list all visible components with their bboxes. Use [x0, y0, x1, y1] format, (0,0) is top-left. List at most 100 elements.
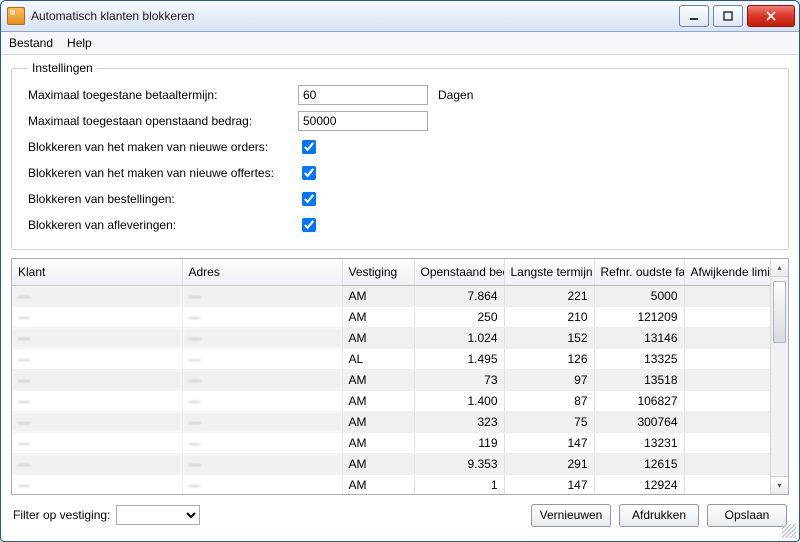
cell-refnr: 12924 — [594, 475, 684, 495]
col-adres[interactable]: Adres — [182, 259, 342, 286]
grid-scroll-area: Klant Adres Vestiging Openstaand bedr. L… — [12, 259, 770, 494]
cell-adres: — — [182, 412, 342, 433]
cell-afwijkend — [684, 412, 770, 433]
col-afwijkend[interactable]: Afwijkende limiete — [684, 259, 770, 286]
maximize-icon — [723, 11, 733, 21]
block-delivery-label: Blokkeren van afleveringen: — [28, 218, 298, 232]
close-icon — [766, 11, 776, 21]
maximize-button[interactable] — [713, 5, 743, 27]
col-refnr[interactable]: Refnr. oudste fact. — [594, 259, 684, 286]
table-row[interactable]: ——AL1.49512613325 — [12, 349, 770, 370]
window-title: Automatisch klanten blokkeren — [31, 9, 675, 23]
col-klant[interactable]: Klant — [12, 259, 182, 286]
data-grid[interactable]: Klant Adres Vestiging Openstaand bedr. L… — [11, 258, 789, 495]
cell-langste: 75 — [504, 412, 594, 433]
menu-file[interactable]: Bestand — [9, 36, 53, 50]
cell-klant: — — [12, 391, 182, 412]
cell-klant: — — [12, 454, 182, 475]
cell-klant: — — [12, 328, 182, 349]
col-openstaand[interactable]: Openstaand bedr. — [414, 259, 504, 286]
cell-refnr: 13146 — [594, 328, 684, 349]
grid-header-row[interactable]: Klant Adres Vestiging Openstaand bedr. L… — [12, 259, 770, 286]
cell-vestiging: AM — [342, 328, 414, 349]
scroll-up-arrow[interactable]: ▴ — [771, 259, 788, 277]
cell-vestiging: AM — [342, 307, 414, 328]
cell-afwijkend — [684, 370, 770, 391]
print-button[interactable]: Afdrukken — [619, 504, 699, 527]
cell-adres: — — [182, 349, 342, 370]
cell-adres: — — [182, 391, 342, 412]
block-orders-checkbox[interactable] — [302, 140, 316, 154]
cell-langste: 152 — [504, 328, 594, 349]
grid-scrollbar[interactable]: ▴ ▾ — [770, 259, 788, 494]
table-row[interactable]: ——AM114712924 — [12, 475, 770, 495]
table-row[interactable]: ——AM1.40087106827 — [12, 391, 770, 412]
cell-afwijkend — [684, 454, 770, 475]
titlebar[interactable]: Automatisch klanten blokkeren — [1, 1, 799, 32]
cell-klant: — — [12, 307, 182, 328]
table-row[interactable]: ——AM11914713231 — [12, 433, 770, 454]
block-purchase-label: Blokkeren van bestellingen: — [28, 192, 298, 206]
scroll-down-arrow[interactable]: ▾ — [771, 476, 788, 494]
cell-adres: — — [182, 370, 342, 391]
cell-refnr: 300764 — [594, 412, 684, 433]
cell-langste: 221 — [504, 286, 594, 307]
table-row[interactable]: ——AM7.8642215000 — [12, 286, 770, 307]
cell-langste: 147 — [504, 475, 594, 495]
settings-group: Instellingen Maximaal toegestane betaalt… — [11, 61, 789, 250]
cell-openstaand: 323 — [414, 412, 504, 433]
cell-refnr: 121209 — [594, 307, 684, 328]
max-term-unit: Dagen — [438, 88, 473, 102]
cell-klant: — — [12, 370, 182, 391]
minimize-button[interactable] — [679, 5, 709, 27]
cell-refnr: 12615 — [594, 454, 684, 475]
cell-langste: 210 — [504, 307, 594, 328]
max-amount-input[interactable] — [298, 111, 428, 131]
cell-openstaand: 250 — [414, 307, 504, 328]
cell-adres: — — [182, 433, 342, 454]
table-row[interactable]: ——AM32375300764 — [12, 412, 770, 433]
cell-afwijkend — [684, 349, 770, 370]
block-delivery-checkbox[interactable] — [302, 218, 316, 232]
cell-afwijkend — [684, 391, 770, 412]
cell-refnr: 13231 — [594, 433, 684, 454]
block-orders-label: Blokkeren van het maken van nieuwe order… — [28, 140, 298, 154]
client-area: Instellingen Maximaal toegestane betaalt… — [1, 55, 799, 541]
cell-vestiging: AL — [342, 349, 414, 370]
cell-afwijkend — [684, 475, 770, 495]
cell-klant: — — [12, 475, 182, 495]
max-term-input[interactable] — [298, 85, 428, 105]
block-quotes-checkbox[interactable] — [302, 166, 316, 180]
cell-langste: 126 — [504, 349, 594, 370]
table-row[interactable]: ——AM9.35329112615 — [12, 454, 770, 475]
menu-help[interactable]: Help — [67, 36, 92, 50]
scroll-thumb[interactable] — [773, 281, 786, 343]
bottom-bar: Filter op vestiging: Vernieuwen Afdrukke… — [11, 495, 789, 531]
cell-klant: — — [12, 412, 182, 433]
cell-vestiging: AM — [342, 433, 414, 454]
cell-klant: — — [12, 286, 182, 307]
minimize-icon — [689, 11, 699, 21]
col-langste[interactable]: Langste termijn — [504, 259, 594, 286]
save-button[interactable]: Opslaan — [707, 504, 787, 527]
cell-adres: — — [182, 286, 342, 307]
filter-vestiging-select[interactable] — [116, 505, 200, 525]
table-row[interactable]: ——AM1.02415213146 — [12, 328, 770, 349]
table-row[interactable]: ——AM739713518 — [12, 370, 770, 391]
cell-klant: — — [12, 349, 182, 370]
refresh-button[interactable]: Vernieuwen — [531, 504, 611, 527]
cell-afwijkend — [684, 328, 770, 349]
cell-openstaand: 1.024 — [414, 328, 504, 349]
col-vestiging[interactable]: Vestiging — [342, 259, 414, 286]
cell-vestiging: AM — [342, 370, 414, 391]
cell-vestiging: AM — [342, 412, 414, 433]
cell-langste: 97 — [504, 370, 594, 391]
table-row[interactable]: ——AM250210121209 — [12, 307, 770, 328]
block-quotes-label: Blokkeren van het maken van nieuwe offer… — [28, 166, 298, 180]
cell-openstaand: 7.864 — [414, 286, 504, 307]
settings-legend: Instellingen — [28, 61, 97, 75]
window-frame: Automatisch klanten blokkeren Bestand He… — [0, 0, 800, 542]
cell-openstaand: 73 — [414, 370, 504, 391]
close-button[interactable] — [747, 5, 795, 27]
block-purchase-checkbox[interactable] — [302, 192, 316, 206]
